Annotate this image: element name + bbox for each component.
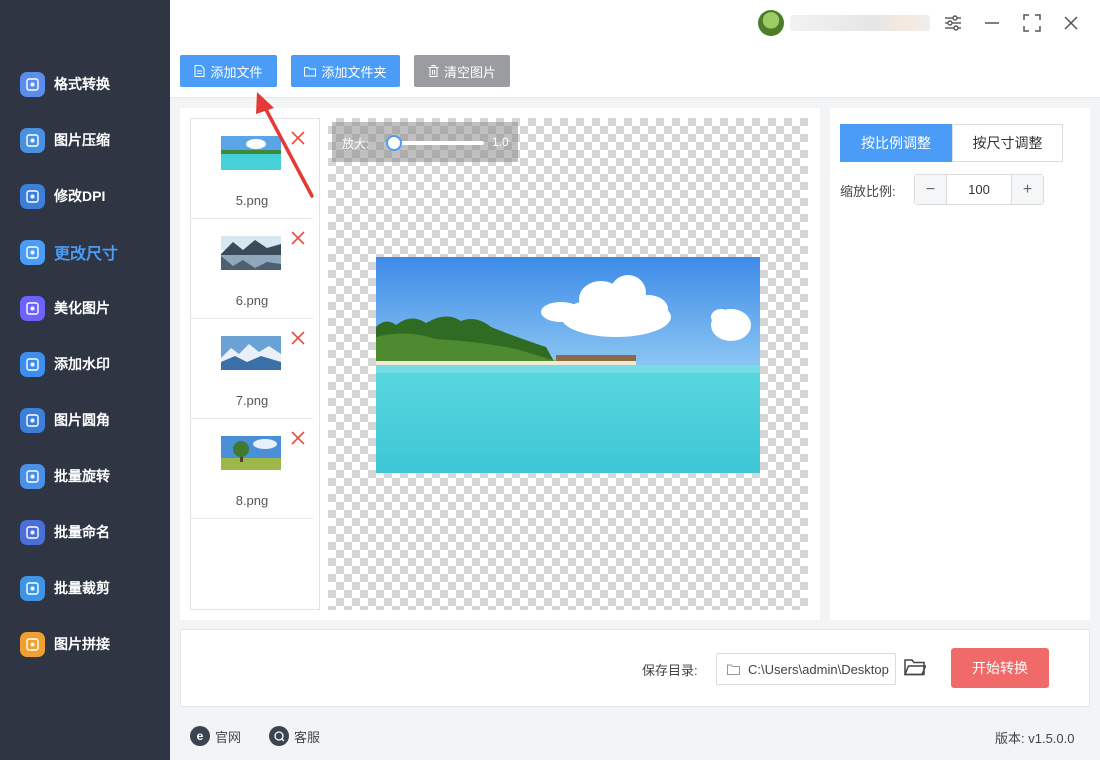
support-label: 客服 xyxy=(294,729,321,745)
file-item[interactable]: 6.png xyxy=(191,219,313,319)
scale-input[interactable] xyxy=(948,175,1010,204)
sidebar-item-label: 添加水印 xyxy=(54,356,110,372)
file-item[interactable]: 8.png xyxy=(191,419,313,519)
sidebar-item[interactable]: 修改DPI xyxy=(0,174,170,218)
sidebar-item[interactable]: 美化图片 xyxy=(0,286,170,330)
browser-icon: e xyxy=(190,726,210,746)
chat-icon xyxy=(269,726,289,746)
sidebar: 格式转换图片压缩修改DPI 更改尺寸美化图片添加水印图片圆角批量旋转批量命名批量裁… xyxy=(0,0,170,760)
save-directory-field[interactable]: C:\Users\admin\Desktop xyxy=(716,653,896,685)
delete-icon[interactable] xyxy=(291,131,305,145)
version-text: 版本: v1.5.0.0 xyxy=(995,731,1075,746)
sidebar-item[interactable]: 更改尺寸 xyxy=(0,230,170,274)
zoom-value: 1.0 xyxy=(492,135,509,149)
watermark-icon xyxy=(20,351,45,377)
toolbar: 添加文件 添加文件夹 清空图片 xyxy=(170,46,1100,98)
sidebar-item[interactable]: 图片圆角 xyxy=(0,398,170,442)
clear-images-label: 清空图片 xyxy=(443,64,496,80)
username-blurred xyxy=(790,15,930,31)
sidebar-item-label: 图片拼接 xyxy=(54,636,110,652)
add-folder-label: 添加文件夹 xyxy=(321,64,387,80)
resize-icon xyxy=(20,239,45,265)
round-corner-icon xyxy=(20,407,45,433)
sidebar-item-label: 批量旋转 xyxy=(54,468,110,484)
sidebar-item-label: 图片圆角 xyxy=(54,412,110,428)
sidebar-item-label: 更改尺寸 xyxy=(54,246,119,263)
sidebar-item[interactable]: 批量命名 xyxy=(0,510,170,554)
file-thumbnail xyxy=(221,336,281,370)
file-name: 7.png xyxy=(235,393,269,408)
browse-folder-icon[interactable] xyxy=(903,657,928,679)
file-name: 5.png xyxy=(235,193,269,208)
sidebar-item[interactable]: 添加水印 xyxy=(0,342,170,386)
minimize-icon[interactable] xyxy=(979,10,1005,36)
maximize-icon[interactable] xyxy=(1019,10,1045,36)
sidebar-item[interactable]: 批量旋转 xyxy=(0,454,170,498)
file-item[interactable]: 5.png xyxy=(191,119,313,219)
sidebar-item-label: 批量命名 xyxy=(54,524,110,540)
sidebar-item-label: 修改DPI xyxy=(54,188,106,204)
settings-icon[interactable] xyxy=(940,10,966,36)
format-convert-icon xyxy=(20,71,45,97)
compress-icon xyxy=(20,127,45,153)
website-link[interactable]: e 官网 xyxy=(190,726,241,746)
close-icon[interactable] xyxy=(1058,10,1084,36)
scale-label: 缩放比例: xyxy=(840,184,896,199)
add-folder-button[interactable]: 添加文件夹 xyxy=(291,55,400,87)
footer: e 官网 客服 版本: v1.5.0.0 xyxy=(170,712,1100,760)
rotate-icon xyxy=(20,463,45,489)
file-name: 8.png xyxy=(235,493,269,508)
tab-scale-ratio[interactable]: 按比例调整 xyxy=(840,124,952,162)
file-thumbnail xyxy=(221,436,281,470)
file-thumbnail xyxy=(221,236,281,270)
support-link[interactable]: 客服 xyxy=(269,726,320,746)
tab-scale-size[interactable]: 按尺寸调整 xyxy=(952,124,1063,162)
logo-area xyxy=(0,0,170,40)
zoom-control: 放大: 1.0 xyxy=(332,122,518,162)
start-convert-button[interactable]: 开始转换 xyxy=(951,648,1049,688)
folder-icon xyxy=(304,66,317,76)
zoom-label: 放大: xyxy=(342,137,370,151)
sidebar-item[interactable]: 图片压缩 xyxy=(0,118,170,162)
save-directory-path: C:\Users\admin\Desktop xyxy=(748,661,889,677)
sidebar-item-label: 美化图片 xyxy=(54,300,110,316)
clear-images-button[interactable]: 清空图片 xyxy=(414,55,510,87)
sidebar-item[interactable]: 图片拼接 xyxy=(0,622,170,666)
sidebar-item[interactable]: 格式转换 xyxy=(0,62,170,106)
sidebar-item-label: 格式转换 xyxy=(54,76,110,92)
file-list: 5.png 6.png 7.png 8.png xyxy=(190,118,320,610)
file-icon xyxy=(194,65,205,77)
delete-icon[interactable] xyxy=(291,331,305,345)
save-directory-label: 保存目录: xyxy=(642,663,698,678)
scale-increase-button[interactable]: + xyxy=(1011,175,1043,204)
file-thumbnail xyxy=(221,136,281,170)
add-file-label: 添加文件 xyxy=(210,64,263,80)
preview-image xyxy=(376,257,760,473)
scale-decrease-button[interactable]: − xyxy=(915,175,947,204)
avatar[interactable] xyxy=(758,10,784,36)
sidebar-item-label: 批量裁剪 xyxy=(54,580,110,596)
scale-stepper: − + xyxy=(914,174,1044,205)
delete-icon[interactable] xyxy=(291,231,305,245)
sidebar-item-label: 图片压缩 xyxy=(54,132,110,148)
rename-icon xyxy=(20,519,45,545)
website-label: 官网 xyxy=(215,729,242,745)
sidebar-item[interactable]: 批量裁剪 xyxy=(0,566,170,610)
beautify-icon xyxy=(20,295,45,321)
title-bar xyxy=(170,0,1100,46)
add-file-button[interactable]: 添加文件 xyxy=(180,55,277,87)
file-item[interactable]: 7.png xyxy=(191,319,313,419)
folder-outline-icon xyxy=(727,664,740,675)
file-name: 6.png xyxy=(235,293,269,308)
delete-icon[interactable] xyxy=(291,431,305,445)
puzzle-icon xyxy=(20,631,45,657)
dpi-icon xyxy=(20,183,45,209)
crop-icon xyxy=(20,575,45,601)
zoom-slider-track[interactable] xyxy=(394,141,484,145)
trash-icon xyxy=(428,65,439,77)
zoom-slider-handle[interactable] xyxy=(386,135,402,151)
